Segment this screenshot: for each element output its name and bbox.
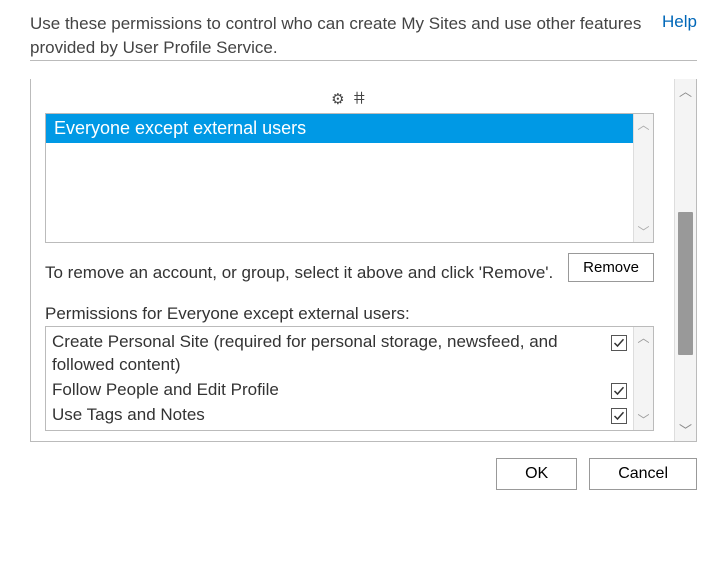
scroll-down-icon[interactable]: ﹀ [679, 418, 692, 441]
scroll-up-icon[interactable]: ︿ [637, 327, 649, 348]
toolbar-icons[interactable]: ⚙ 𐄹 [45, 89, 654, 113]
permissions-scrollbar[interactable]: ︿ ﹀ [633, 327, 653, 430]
scroll-thumb[interactable] [678, 212, 693, 355]
panel-scrollbar[interactable]: ︿ ﹀ [674, 79, 696, 442]
permission-label: Follow People and Edit Profile [52, 379, 611, 402]
permissions-description: Use these permissions to control who can… [30, 12, 650, 60]
scroll-down-icon[interactable]: ﹀ [637, 221, 649, 242]
permission-item: Use Tags and Notes [52, 404, 627, 427]
permission-label: Create Personal Site (required for perso… [52, 331, 611, 377]
permissions-panel: ︿ ﹀ ⚙ 𐄹 Everyone except external users ︿… [30, 79, 697, 443]
permission-checkbox[interactable] [611, 335, 627, 351]
scroll-down-icon[interactable]: ﹀ [637, 409, 649, 430]
accounts-listbox[interactable]: Everyone except external users ︿ ﹀ [45, 113, 654, 243]
ok-button[interactable]: OK [496, 458, 577, 490]
permission-label: Use Tags and Notes [52, 404, 611, 427]
accounts-scrollbar[interactable]: ︿ ﹀ [633, 114, 653, 242]
permissions-label: Permissions for Everyone except external… [45, 304, 654, 324]
permission-item: Follow People and Edit Profile [52, 379, 627, 402]
help-link[interactable]: Help [662, 12, 697, 32]
scroll-up-icon[interactable]: ︿ [679, 79, 692, 102]
permission-checkbox[interactable] [611, 383, 627, 399]
permission-checkbox[interactable] [611, 408, 627, 424]
remove-button[interactable]: Remove [568, 253, 654, 282]
scroll-up-icon[interactable]: ︿ [637, 114, 649, 135]
account-item[interactable]: Everyone except external users [46, 114, 633, 143]
permission-item: Create Personal Site (required for perso… [52, 331, 627, 377]
permissions-listbox: Create Personal Site (required for perso… [45, 326, 654, 431]
cancel-button[interactable]: Cancel [589, 458, 697, 490]
remove-instruction: To remove an account, or group, select i… [45, 261, 556, 285]
